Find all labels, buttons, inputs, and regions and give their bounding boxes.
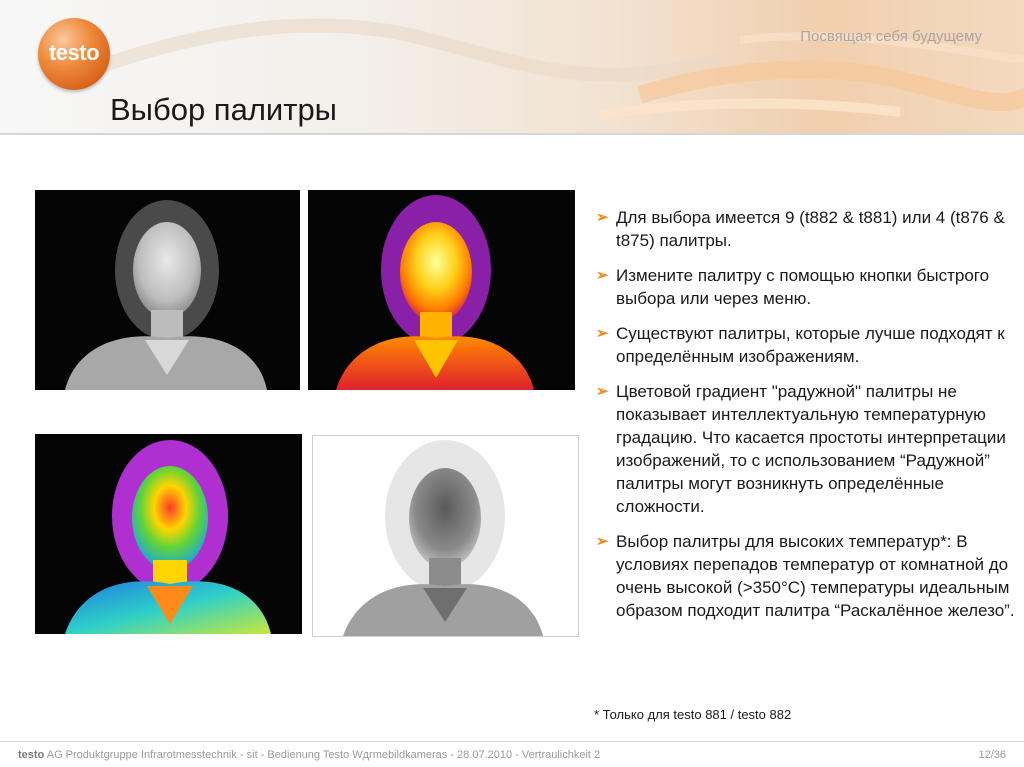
arrow-bullet-icon: ➢ xyxy=(596,533,609,550)
bullet-item: ➢ Для выбора имеется 9 (t882 & t881) или… xyxy=(594,206,1024,252)
footnote: * Только для testo 881 / testo 882 xyxy=(594,707,792,722)
footer-text: AG Produktgruppe Infrarotmesstechnik - s… xyxy=(44,749,601,761)
slide-header: Посвящая себя будущему testo Выбор палит… xyxy=(0,0,1024,135)
bullet-text: Для выбора имеется 9 (t882 & t881) или 4… xyxy=(616,208,1005,250)
header-divider xyxy=(0,133,1024,135)
bullet-text: Существуют палитры, которые лучше подход… xyxy=(616,324,1005,366)
thermal-image-iron-palette xyxy=(308,190,575,390)
thermal-image-rainbow-palette xyxy=(35,434,302,634)
slide-title: Выбор палитры xyxy=(110,92,337,127)
page-number: 12/36 xyxy=(978,749,1006,761)
footer-divider xyxy=(0,741,1024,742)
bullet-text: Измените палитру с помощью кнопки быстро… xyxy=(616,266,990,308)
header-tagline: Посвящая себя будущему xyxy=(800,28,982,45)
bullet-item: ➢ Существуют палитры, которые лучше подх… xyxy=(594,322,1024,368)
testo-logo: testo xyxy=(38,18,110,90)
slide-footer: testo AG Produktgruppe Infrarotmesstechn… xyxy=(18,749,600,761)
logo-text: testo xyxy=(48,40,100,65)
bullet-list: ➢ Для выбора имеется 9 (t882 & t881) или… xyxy=(594,206,1024,634)
thermal-image-grey-palette xyxy=(35,190,300,390)
bullet-item: ➢ Измените палитру с помощью кнопки быст… xyxy=(594,264,1024,310)
arrow-bullet-icon: ➢ xyxy=(596,325,609,342)
bullet-text: Цветовой градиент "радужной" палитры не … xyxy=(616,382,1006,516)
bullet-text: Выбор палитры для высоких температур*: В… xyxy=(616,532,1015,620)
bullet-item: ➢ Выбор палитры для высоких температур*:… xyxy=(594,530,1024,622)
arrow-bullet-icon: ➢ xyxy=(596,383,609,400)
footer-brand: testo xyxy=(18,749,45,761)
bullet-item: ➢ Цветовой градиент "радужной" палитры н… xyxy=(594,380,1024,518)
arrow-bullet-icon: ➢ xyxy=(596,267,609,284)
thermal-image-white-palette xyxy=(312,435,579,637)
arrow-bullet-icon: ➢ xyxy=(596,209,609,226)
